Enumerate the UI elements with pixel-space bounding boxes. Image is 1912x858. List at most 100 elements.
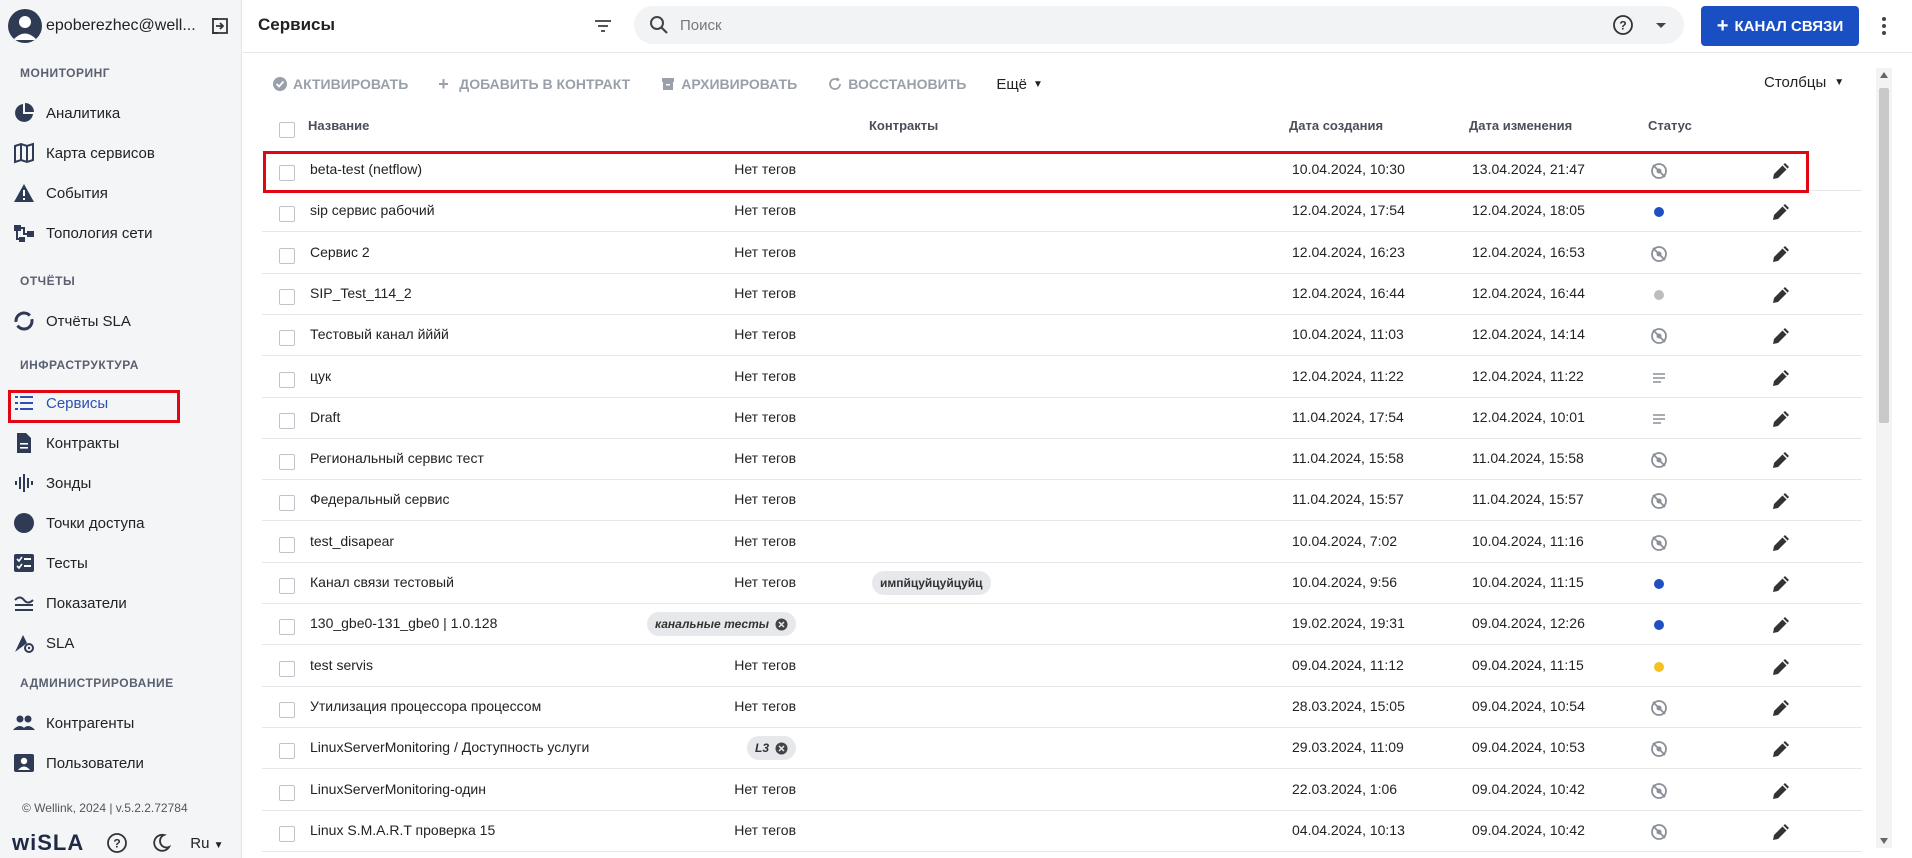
service-name[interactable]: test servis [310,657,373,673]
row-checkbox[interactable] [279,330,295,347]
table-row[interactable]: Сервис 2 Нет тегов 12.04.2024, 16:23 12.04.… [262,233,1862,274]
table-row[interactable]: Федеральный сервис Нет тегов 11.04.2024, 1… [262,480,1862,522]
service-name[interactable]: LinuxServerMonitoring-один [310,781,486,797]
service-name[interactable]: Канал связи тестовый [310,574,454,590]
service-name[interactable]: Региональный сервис тест [310,450,484,466]
edit-icon[interactable] [1770,780,1792,802]
table-row[interactable]: цук Нет тегов 12.04.2024, 11:22 12.04.2024,… [262,357,1862,398]
search-input[interactable] [680,16,1580,34]
sidebar-item[interactable]: SLA [12,626,234,660]
table-row[interactable]: SIP_Test_114_2 Нет тегов 12.04.2024, 16:44… [262,274,1862,315]
edit-icon[interactable] [1770,821,1792,843]
search-help-icon[interactable]: ? [1612,14,1634,36]
select-all-checkbox[interactable] [279,122,295,138]
sidebar-item[interactable]: Зонды [12,466,234,500]
dark-mode-icon[interactable] [150,832,172,854]
service-name[interactable]: Утилизация процессора процессом [310,698,541,714]
table-row[interactable]: LinuxServerMonitoring-один Нет тегов 22.03… [262,770,1862,811]
close-icon[interactable] [775,742,788,755]
table-row[interactable]: Утилизация процессора процессом Нет тегов… [262,687,1862,728]
language-selector[interactable]: Ru ▼ [190,835,223,852]
row-checkbox[interactable] [279,495,295,512]
sidebar-item[interactable]: События [12,176,234,210]
table-row[interactable]: Draft Нет тегов 11.04.2024, 17:54 12.04.202… [262,398,1862,439]
sidebar-item[interactable]: Карта сервисов [12,136,234,170]
row-checkbox[interactable] [279,247,295,264]
more-vertical-icon[interactable] [1874,14,1894,38]
service-name[interactable]: test_disapear [310,533,394,549]
activate-button[interactable]: АКТИВИРОВАТЬ [272,76,408,92]
scrollbar[interactable] [1876,68,1892,848]
search-dropdown-icon[interactable] [1652,16,1670,34]
edit-icon[interactable] [1770,697,1792,719]
table-row[interactable]: LinuxServerMonitoring / Доступность услу… [262,728,1862,770]
close-icon[interactable] [775,618,788,631]
service-name[interactable]: LinuxServerMonitoring / Доступность услу… [310,739,589,755]
sidebar-item[interactable]: Показатели [12,586,234,620]
col-changed[interactable]: Дата изменения [1469,118,1572,133]
service-name[interactable]: Федеральный сервис [310,491,449,507]
columns-dropdown[interactable]: Столбцы ▼ [1764,74,1844,91]
table-row[interactable]: Региональный сервис тест Нет тегов 11.04.2… [262,439,1862,481]
table-row[interactable]: Канал связи тестовый Нет тегов импйцуйцуйц… [262,563,1862,604]
col-status[interactable]: Статус [1648,118,1692,133]
add-channel-button[interactable]: + КАНАЛ СВЯЗИ [1701,6,1859,46]
sidebar-item[interactable]: Контракты [12,426,234,460]
row-checkbox[interactable] [279,371,295,388]
contract-chip[interactable]: импйцуйцуйцуйц [872,571,991,595]
edit-icon[interactable] [1770,243,1792,265]
scroll-down-icon[interactable] [1880,838,1888,844]
row-checkbox[interactable] [279,454,295,471]
edit-icon[interactable] [1770,738,1792,760]
row-checkbox[interactable] [279,660,295,677]
row-checkbox[interactable] [279,825,295,842]
sidebar-item[interactable]: Пользователи [12,746,234,780]
edit-icon[interactable] [1770,408,1792,430]
scroll-thumb[interactable] [1879,88,1889,423]
row-checkbox[interactable] [279,536,295,553]
edit-icon[interactable] [1770,367,1792,389]
edit-icon[interactable] [1770,284,1792,306]
service-name[interactable]: sip сервис рабочий [310,202,435,218]
table-row[interactable]: test servis Нет тегов 09.04.2024, 11:12 09.… [262,646,1862,687]
service-name[interactable]: Linux S.M.A.R.T проверка 15 [310,822,495,838]
scroll-up-icon[interactable] [1880,72,1888,78]
row-checkbox[interactable] [279,206,295,223]
edit-icon[interactable] [1770,325,1792,347]
table-row[interactable]: Linux S.M.A.R.T проверка 15 Нет тегов 04.0… [262,811,1862,852]
sidebar-item[interactable]: Точки доступа [12,506,234,540]
more-actions-dropdown[interactable]: Ещё ▼ [996,76,1043,93]
restore-button[interactable]: ВОССТАНОВИТЬ [827,76,966,92]
logout-icon[interactable] [210,16,230,36]
edit-icon[interactable] [1770,573,1792,595]
service-name[interactable]: Сервис 2 [310,244,370,260]
sidebar-item[interactable]: Топология сети [12,216,234,250]
service-name[interactable]: цук [310,368,331,384]
archive-button[interactable]: АРХИВИРОВАТЬ [660,76,797,92]
sidebar-item[interactable]: Тесты [12,546,234,580]
edit-icon[interactable] [1770,656,1792,678]
row-checkbox[interactable] [279,578,295,594]
row-checkbox[interactable] [279,288,295,305]
table-row[interactable]: sip сервис рабочий Нет тегов 12.04.2024, 1… [262,191,1862,233]
col-name[interactable]: Название [308,118,369,133]
sidebar-item[interactable]: Отчёты SLA [12,304,234,338]
tag-chip[interactable]: L3 [746,736,796,761]
edit-icon[interactable] [1770,201,1792,223]
service-name[interactable]: Тестовый канал йййй [310,326,449,342]
table-row[interactable]: 130_gbe0-131_gbe0 | 1.0.128 канальные тес… [262,604,1862,646]
col-contracts[interactable]: Контракты [869,118,938,133]
table-row[interactable]: test_disapear Нет тегов 10.04.2024, 7:02 10… [262,522,1862,563]
edit-icon[interactable] [1770,490,1792,512]
row-checkbox[interactable] [279,784,295,801]
row-checkbox[interactable] [279,701,295,718]
edit-icon[interactable] [1770,614,1792,636]
table-row[interactable]: Тестовый канал йййй Нет тегов 10.04.2024, … [262,315,1862,357]
sidebar-item[interactable]: Аналитика [12,96,234,130]
row-checkbox[interactable] [279,619,295,636]
service-name[interactable]: SIP_Test_114_2 [310,285,412,301]
service-name[interactable]: Draft [310,409,340,425]
tag-chip[interactable]: канальные тесты [647,612,796,637]
filter-icon[interactable] [592,15,614,37]
add-to-contract-button[interactable]: + ДОБАВИТЬ В КОНТРАКТ [438,75,630,93]
